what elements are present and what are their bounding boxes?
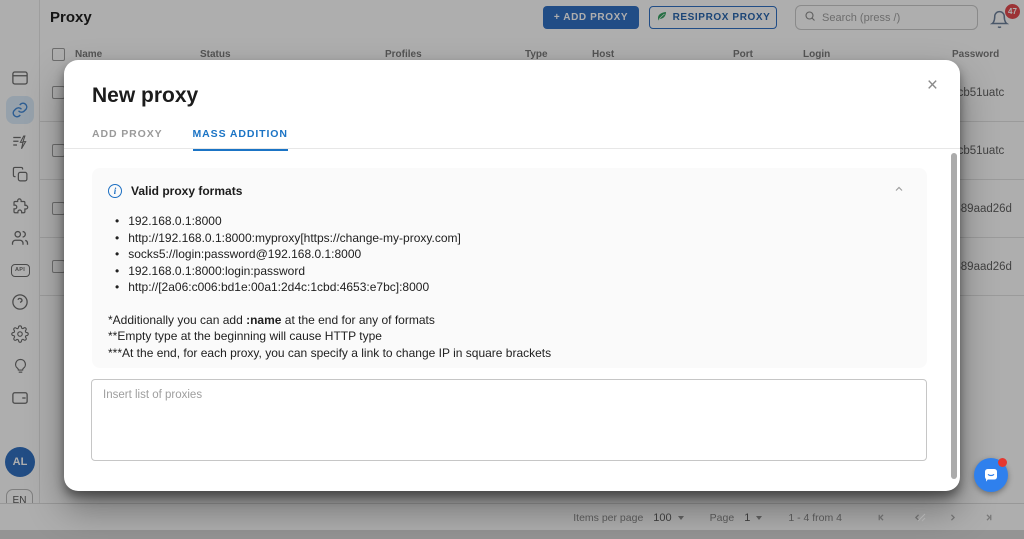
chat-widget-button[interactable] [974, 458, 1008, 492]
modal-scrollbar[interactable] [951, 153, 957, 479]
note-line: ***At the end, for each proxy, you can s… [108, 345, 911, 362]
info-circle-icon: i [108, 184, 122, 198]
valid-formats-panel: i Valid proxy formats •192.168.0.1:8000 … [92, 168, 927, 368]
proxy-list-textarea[interactable] [91, 379, 927, 461]
chat-notification-dot [998, 458, 1007, 467]
note-line: **Empty type at the beginning will cause… [108, 328, 911, 345]
list-item: •192.168.0.1:8000 [108, 213, 911, 230]
close-icon[interactable]: × [927, 76, 938, 95]
list-item: •socks5://login:password@192.168.0.1:800… [108, 246, 911, 263]
proxy-format-list: •192.168.0.1:8000 •http://192.168.0.1:80… [108, 213, 911, 296]
modal-tabs: ADD PROXY MASS ADDITION [92, 122, 288, 151]
list-item: •http://[2a06:c006:bd1e:00a1:2d4c:1cbd:4… [108, 279, 911, 296]
note-line: *Additionally you can add :name at the e… [108, 312, 911, 329]
list-item: •192.168.0.1:8000:login:password [108, 263, 911, 280]
collapse-panel-button[interactable] [893, 182, 905, 200]
chevron-up-icon [893, 183, 905, 195]
modal-title: New proxy [92, 84, 198, 108]
valid-formats-title: Valid proxy formats [131, 184, 242, 198]
new-proxy-modal: × New proxy ADD PROXY MASS ADDITION i Va… [64, 60, 960, 491]
format-notes: *Additionally you can add :name at the e… [108, 312, 911, 362]
tab-mass-addition[interactable]: MASS ADDITION [193, 122, 288, 151]
tab-add-proxy[interactable]: ADD PROXY [92, 122, 163, 151]
chat-bubble-icon [982, 466, 1000, 484]
list-item: •http://192.168.0.1:8000:myproxy[https:/… [108, 230, 911, 247]
tabs-divider [64, 148, 960, 149]
